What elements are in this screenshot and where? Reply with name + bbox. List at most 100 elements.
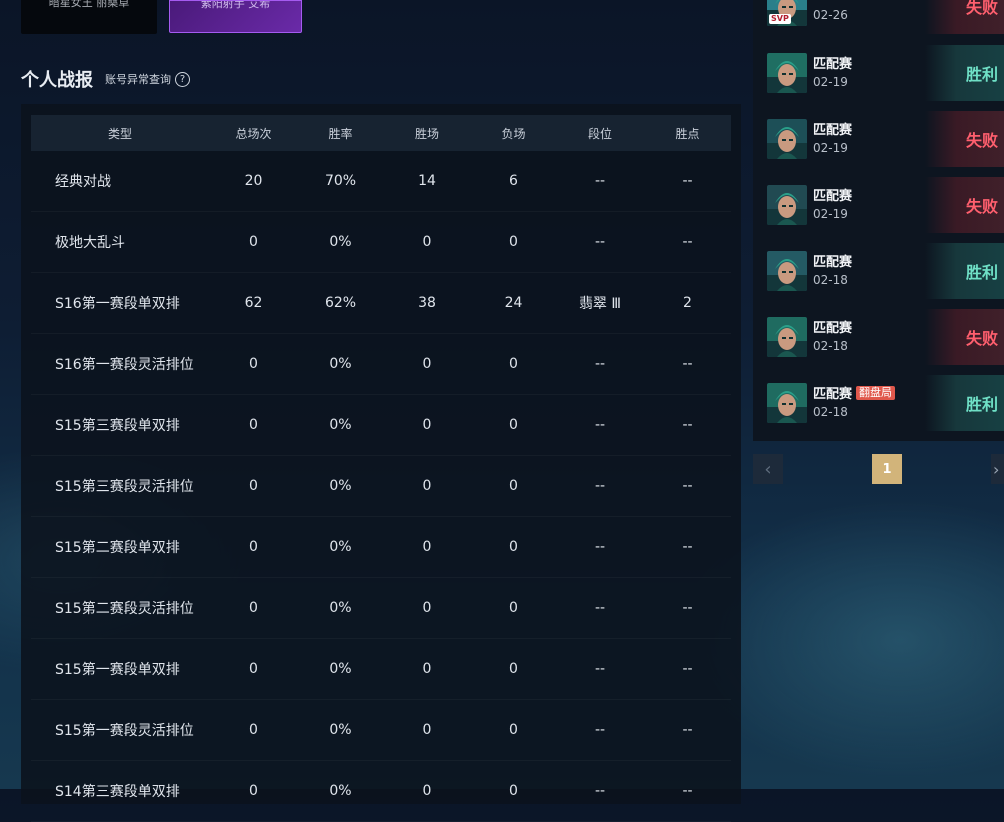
table-row: 极地大乱斗 0 0% 0 0 -- --: [31, 212, 731, 273]
next-page-button[interactable]: ›: [991, 454, 1004, 484]
match-date: 02-19: [813, 207, 848, 221]
champion-card-label: 暗星女王 丽桑卓: [48, 0, 130, 9]
cell-winrate: 0%: [329, 234, 352, 250]
result-loss: 失败: [925, 0, 1004, 34]
match-mode: 匹配赛: [813, 251, 852, 270]
match-date: 02-18: [813, 339, 848, 353]
cell-type: S16第一赛段单双排: [55, 296, 180, 312]
champion-avatar: [767, 251, 807, 291]
cell-wins: 0: [422, 722, 432, 738]
cell-winrate: 62%: [324, 295, 357, 311]
champion-card-1[interactable]: 暗星女王 丽桑卓: [21, 0, 157, 34]
cell-winrate: 0%: [329, 783, 352, 799]
cell-rank: --: [594, 661, 606, 677]
header-type: 类型: [107, 126, 132, 141]
header-rank: 段位: [587, 126, 612, 141]
match-item[interactable]: 匹配赛 02-18 胜利: [753, 243, 1004, 299]
cell-wins: 0: [422, 478, 432, 494]
cell-total: 0: [249, 478, 258, 494]
table-row: 经典对战 20 70% 14 6 -- --: [31, 151, 731, 212]
cell-wins: 0: [422, 417, 432, 433]
match-date: 02-18: [813, 405, 848, 419]
cell-total: 20: [244, 173, 263, 189]
cell-winrate: 0%: [329, 600, 352, 616]
match-date: 02-18: [813, 273, 848, 287]
match-history-list: SVP 02-26 失败 匹配赛 02-19 胜利 匹配赛 02-19 失败 匹配赛 02-19 失败…: [753, 0, 1004, 441]
cell-lp: --: [682, 478, 693, 494]
table-body: 经典对战 20 70% 14 6 -- -- 极地大乱斗 0 0% 0 0 -- -- S16第一赛段单双排…: [31, 151, 731, 822]
cell-lp: --: [682, 661, 693, 677]
header-total: 总场次: [235, 126, 272, 141]
table-row: S15第二赛段灵活排位 0 0% 0 0 -- --: [31, 578, 731, 639]
cell-wins: 14: [418, 173, 436, 189]
champion-avatar: [767, 53, 807, 93]
account-anomaly-link[interactable]: 账号异常查询: [105, 71, 171, 87]
cell-losses: 0: [509, 539, 518, 555]
champion-card-2-selected[interactable]: 紫阳射手 艾希: [169, 0, 302, 33]
header-lp: 胜点: [675, 126, 700, 141]
cell-type: S15第二赛段单双排: [55, 540, 180, 556]
header-losses: 负场: [501, 126, 526, 141]
cell-type: S16第一赛段灵活排位: [55, 357, 194, 373]
champion-avatar: SVP: [767, 0, 807, 26]
cell-total: 0: [249, 539, 258, 555]
match-mode: 匹配赛: [813, 317, 852, 336]
result-win: 胜利: [925, 375, 1004, 431]
cell-total: 0: [249, 783, 258, 799]
table-row: S15第一赛段灵活排位 0 0% 0 0 -- --: [31, 700, 731, 761]
table-row: S14第三赛段单双排 0 0% 0 0 -- --: [31, 761, 731, 822]
cell-lp: --: [682, 173, 693, 189]
cell-lp: --: [682, 783, 693, 799]
cell-rank: --: [594, 783, 606, 799]
cell-rank: --: [594, 539, 606, 555]
match-mode: 匹配赛: [813, 119, 852, 138]
cell-losses: 0: [509, 478, 518, 494]
cell-type: S14第三赛段单双排: [55, 784, 180, 800]
table-row: S15第三赛段单双排 0 0% 0 0 -- --: [31, 395, 731, 456]
cell-wins: 38: [418, 295, 436, 311]
match-item[interactable]: 匹配赛 02-19 失败: [753, 177, 1004, 233]
cell-wins: 0: [422, 783, 432, 799]
match-item[interactable]: 匹配赛 02-18 失败: [753, 309, 1004, 365]
page-number-current[interactable]: 1: [872, 454, 902, 484]
cell-total: 0: [249, 417, 258, 433]
match-item[interactable]: 匹配赛 翻盘局 02-18 胜利: [753, 375, 1004, 431]
stats-panel: 类型 总场次 胜率 胜场 负场 段位 胜点 经典对战 20 70% 14 6 -- -- 极地…: [21, 104, 741, 822]
cell-rank: --: [594, 722, 606, 738]
match-item[interactable]: 匹配赛 02-19 失败: [753, 111, 1004, 167]
result-loss: 失败: [925, 111, 1004, 167]
section-title: 个人战报: [21, 70, 93, 91]
cell-winrate: 0%: [329, 722, 352, 738]
champion-avatar: [767, 119, 807, 159]
cell-lp: --: [682, 539, 693, 555]
cell-type: 极地大乱斗: [55, 235, 125, 251]
match-item[interactable]: SVP 02-26 失败: [753, 0, 1004, 34]
table-row: S15第一赛段单双排 0 0% 0 0 -- --: [31, 639, 731, 700]
cell-rank: --: [594, 417, 606, 433]
cell-winrate: 0%: [329, 661, 352, 677]
cell-losses: 0: [509, 417, 518, 433]
table-row: S16第一赛段单双排 62 62% 38 24 翡翠 Ⅲ 2: [31, 273, 731, 334]
cell-lp: --: [682, 234, 693, 250]
match-mode-label: 匹配赛: [813, 321, 853, 336]
match-item[interactable]: 匹配赛 02-19 胜利: [753, 45, 1004, 101]
cell-winrate: 0%: [329, 417, 352, 433]
help-icon[interactable]: ?: [175, 71, 190, 87]
prev-page-button[interactable]: ‹: [753, 454, 783, 484]
cell-losses: 0: [509, 234, 518, 250]
cell-losses: 24: [504, 295, 523, 311]
cell-wins: 0: [422, 539, 432, 555]
header-wins: 胜场: [414, 126, 439, 141]
cell-type: S15第一赛段灵活排位: [55, 723, 194, 739]
cell-type: 经典对战: [55, 174, 111, 190]
cell-wins: 0: [422, 356, 432, 372]
cell-losses: 0: [509, 722, 518, 738]
cell-wins: 0: [422, 234, 432, 250]
comeback-tag: 翻盘局: [856, 385, 896, 400]
cell-rank: --: [594, 478, 606, 494]
cell-lp: --: [682, 417, 693, 433]
cell-lp: --: [682, 600, 693, 616]
cell-type: S15第二赛段灵活排位: [55, 601, 194, 617]
champion-avatar: [767, 383, 807, 423]
champion-avatar: [767, 185, 807, 225]
